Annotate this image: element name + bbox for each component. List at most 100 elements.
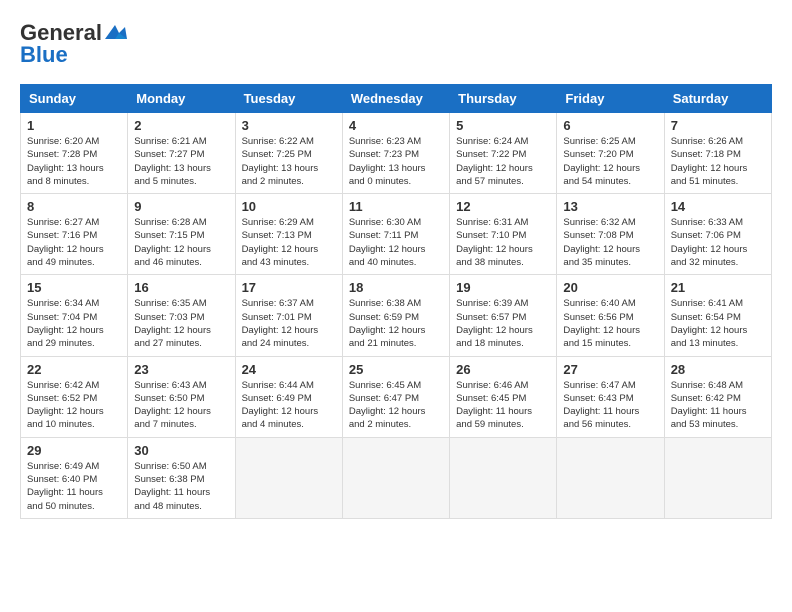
cell-info: Sunrise: 6:20 AMSunset: 7:28 PMDaylight:… bbox=[27, 135, 121, 188]
cell-info: Sunrise: 6:47 AMSunset: 6:43 PMDaylight:… bbox=[563, 379, 657, 432]
cell-info: Sunrise: 6:34 AMSunset: 7:04 PMDaylight:… bbox=[27, 297, 121, 350]
calendar-cell: 9 Sunrise: 6:28 AMSunset: 7:15 PMDaylight… bbox=[128, 194, 235, 275]
cell-info: Sunrise: 6:25 AMSunset: 7:20 PMDaylight:… bbox=[563, 135, 657, 188]
calendar-cell: 11 Sunrise: 6:30 AMSunset: 7:11 PMDayligh… bbox=[342, 194, 449, 275]
calendar-cell: 24Sunrise: 6:44 AMSunset: 6:49 PMDayligh… bbox=[235, 356, 342, 437]
day-number: 12 bbox=[456, 199, 550, 214]
day-number: 15 bbox=[27, 280, 121, 295]
cell-info: Sunrise: 6:42 AMSunset: 6:52 PMDaylight:… bbox=[27, 379, 121, 432]
calendar-cell: 2 Sunrise: 6:21 AMSunset: 7:27 PMDaylight… bbox=[128, 113, 235, 194]
calendar-header-sunday: Sunday bbox=[21, 85, 128, 113]
calendar-cell: 5Sunrise: 6:24 AMSunset: 7:22 PMDaylight… bbox=[450, 113, 557, 194]
calendar-cell: 21 Sunrise: 6:41 AMSunset: 6:54 PMDayligh… bbox=[664, 275, 771, 356]
calendar-cell: 13Sunrise: 6:32 AMSunset: 7:08 PMDayligh… bbox=[557, 194, 664, 275]
calendar-cell: 28 Sunrise: 6:48 AMSunset: 6:42 PMDayligh… bbox=[664, 356, 771, 437]
cell-info: Sunrise: 6:24 AMSunset: 7:22 PMDaylight:… bbox=[456, 135, 550, 188]
cell-info: Sunrise: 6:21 AMSunset: 7:27 PMDaylight:… bbox=[134, 135, 228, 188]
calendar-cell: 25 Sunrise: 6:45 AMSunset: 6:47 PMDayligh… bbox=[342, 356, 449, 437]
calendar-header-tuesday: Tuesday bbox=[235, 85, 342, 113]
cell-info: Sunrise: 6:39 AMSunset: 6:57 PMDaylight:… bbox=[456, 297, 550, 350]
calendar-cell: 7 Sunrise: 6:26 AMSunset: 7:18 PMDaylight… bbox=[664, 113, 771, 194]
logo-blue: Blue bbox=[20, 42, 68, 68]
day-number: 28 bbox=[671, 362, 765, 377]
calendar-cell: 12 Sunrise: 6:31 AMSunset: 7:10 PMDayligh… bbox=[450, 194, 557, 275]
cell-info: Sunrise: 6:41 AMSunset: 6:54 PMDaylight:… bbox=[671, 297, 765, 350]
calendar-cell: 17 Sunrise: 6:37 AMSunset: 7:01 PMDayligh… bbox=[235, 275, 342, 356]
day-number: 25 bbox=[349, 362, 443, 377]
calendar-header-saturday: Saturday bbox=[664, 85, 771, 113]
calendar-cell: 20 Sunrise: 6:40 AMSunset: 6:56 PMDayligh… bbox=[557, 275, 664, 356]
calendar-cell bbox=[557, 437, 664, 518]
cell-info: Sunrise: 6:44 AMSunset: 6:49 PMDaylight:… bbox=[242, 379, 336, 432]
day-number: 29 bbox=[27, 443, 121, 458]
calendar-cell: 19 Sunrise: 6:39 AMSunset: 6:57 PMDayligh… bbox=[450, 275, 557, 356]
cell-info: Sunrise: 6:37 AMSunset: 7:01 PMDaylight:… bbox=[242, 297, 336, 350]
logo: General Blue bbox=[20, 20, 127, 68]
day-number: 6 bbox=[563, 118, 657, 133]
day-number: 18 bbox=[349, 280, 443, 295]
calendar-cell: 15 Sunrise: 6:34 AMSunset: 7:04 PMDayligh… bbox=[21, 275, 128, 356]
cell-info: Sunrise: 6:31 AMSunset: 7:10 PMDaylight:… bbox=[456, 216, 550, 269]
day-number: 22 bbox=[27, 362, 121, 377]
cell-info: Sunrise: 6:30 AMSunset: 7:11 PMDaylight:… bbox=[349, 216, 443, 269]
day-number: 2 bbox=[134, 118, 228, 133]
calendar-header-friday: Friday bbox=[557, 85, 664, 113]
cell-info: Sunrise: 6:32 AMSunset: 7:08 PMDaylight:… bbox=[563, 216, 657, 269]
calendar-week-row: 8 Sunrise: 6:27 AMSunset: 7:16 PMDaylight… bbox=[21, 194, 772, 275]
cell-info: Sunrise: 6:49 AMSunset: 6:40 PMDaylight:… bbox=[27, 460, 121, 513]
logo-bird-icon bbox=[105, 25, 127, 43]
day-number: 11 bbox=[349, 199, 443, 214]
calendar-cell: 22 Sunrise: 6:42 AMSunset: 6:52 PMDayligh… bbox=[21, 356, 128, 437]
cell-info: Sunrise: 6:27 AMSunset: 7:16 PMDaylight:… bbox=[27, 216, 121, 269]
calendar-week-row: 1 Sunrise: 6:20 AMSunset: 7:28 PMDaylight… bbox=[21, 113, 772, 194]
cell-info: Sunrise: 6:46 AMSunset: 6:45 PMDaylight:… bbox=[456, 379, 550, 432]
calendar-cell bbox=[342, 437, 449, 518]
day-number: 27 bbox=[563, 362, 657, 377]
day-number: 14 bbox=[671, 199, 765, 214]
day-number: 3 bbox=[242, 118, 336, 133]
cell-info: Sunrise: 6:40 AMSunset: 6:56 PMDaylight:… bbox=[563, 297, 657, 350]
calendar-cell bbox=[235, 437, 342, 518]
day-number: 17 bbox=[242, 280, 336, 295]
day-number: 20 bbox=[563, 280, 657, 295]
calendar-header-row: SundayMondayTuesdayWednesdayThursdayFrid… bbox=[21, 85, 772, 113]
calendar-header-monday: Monday bbox=[128, 85, 235, 113]
day-number: 19 bbox=[456, 280, 550, 295]
calendar-cell: 10 Sunrise: 6:29 AMSunset: 7:13 PMDayligh… bbox=[235, 194, 342, 275]
calendar-cell: 27 Sunrise: 6:47 AMSunset: 6:43 PMDayligh… bbox=[557, 356, 664, 437]
calendar-cell: 3 Sunrise: 6:22 AMSunset: 7:25 PMDaylight… bbox=[235, 113, 342, 194]
calendar-table: SundayMondayTuesdayWednesdayThursdayFrid… bbox=[20, 84, 772, 519]
day-number: 8 bbox=[27, 199, 121, 214]
calendar-header-wednesday: Wednesday bbox=[342, 85, 449, 113]
calendar-cell: 16 Sunrise: 6:35 AMSunset: 7:03 PMDayligh… bbox=[128, 275, 235, 356]
cell-info: Sunrise: 6:22 AMSunset: 7:25 PMDaylight:… bbox=[242, 135, 336, 188]
calendar-cell: 1 Sunrise: 6:20 AMSunset: 7:28 PMDaylight… bbox=[21, 113, 128, 194]
calendar-header-thursday: Thursday bbox=[450, 85, 557, 113]
day-number: 21 bbox=[671, 280, 765, 295]
day-number: 23 bbox=[134, 362, 228, 377]
calendar-body: 1 Sunrise: 6:20 AMSunset: 7:28 PMDaylight… bbox=[21, 113, 772, 519]
calendar-cell: 23 Sunrise: 6:43 AMSunset: 6:50 PMDayligh… bbox=[128, 356, 235, 437]
day-number: 4 bbox=[349, 118, 443, 133]
day-number: 26 bbox=[456, 362, 550, 377]
calendar-cell bbox=[664, 437, 771, 518]
cell-info: Sunrise: 6:28 AMSunset: 7:15 PMDaylight:… bbox=[134, 216, 228, 269]
day-number: 16 bbox=[134, 280, 228, 295]
calendar-cell: 18Sunrise: 6:38 AMSunset: 6:59 PMDayligh… bbox=[342, 275, 449, 356]
calendar-cell: 6 Sunrise: 6:25 AMSunset: 7:20 PMDaylight… bbox=[557, 113, 664, 194]
cell-info: Sunrise: 6:26 AMSunset: 7:18 PMDaylight:… bbox=[671, 135, 765, 188]
day-number: 1 bbox=[27, 118, 121, 133]
day-number: 9 bbox=[134, 199, 228, 214]
cell-info: Sunrise: 6:43 AMSunset: 6:50 PMDaylight:… bbox=[134, 379, 228, 432]
day-number: 30 bbox=[134, 443, 228, 458]
day-number: 7 bbox=[671, 118, 765, 133]
cell-info: Sunrise: 6:50 AMSunset: 6:38 PMDaylight:… bbox=[134, 460, 228, 513]
cell-info: Sunrise: 6:48 AMSunset: 6:42 PMDaylight:… bbox=[671, 379, 765, 432]
day-number: 10 bbox=[242, 199, 336, 214]
cell-info: Sunrise: 6:35 AMSunset: 7:03 PMDaylight:… bbox=[134, 297, 228, 350]
cell-info: Sunrise: 6:29 AMSunset: 7:13 PMDaylight:… bbox=[242, 216, 336, 269]
calendar-cell bbox=[450, 437, 557, 518]
calendar-cell: 14 Sunrise: 6:33 AMSunset: 7:06 PMDayligh… bbox=[664, 194, 771, 275]
cell-info: Sunrise: 6:33 AMSunset: 7:06 PMDaylight:… bbox=[671, 216, 765, 269]
cell-info: Sunrise: 6:45 AMSunset: 6:47 PMDaylight:… bbox=[349, 379, 443, 432]
